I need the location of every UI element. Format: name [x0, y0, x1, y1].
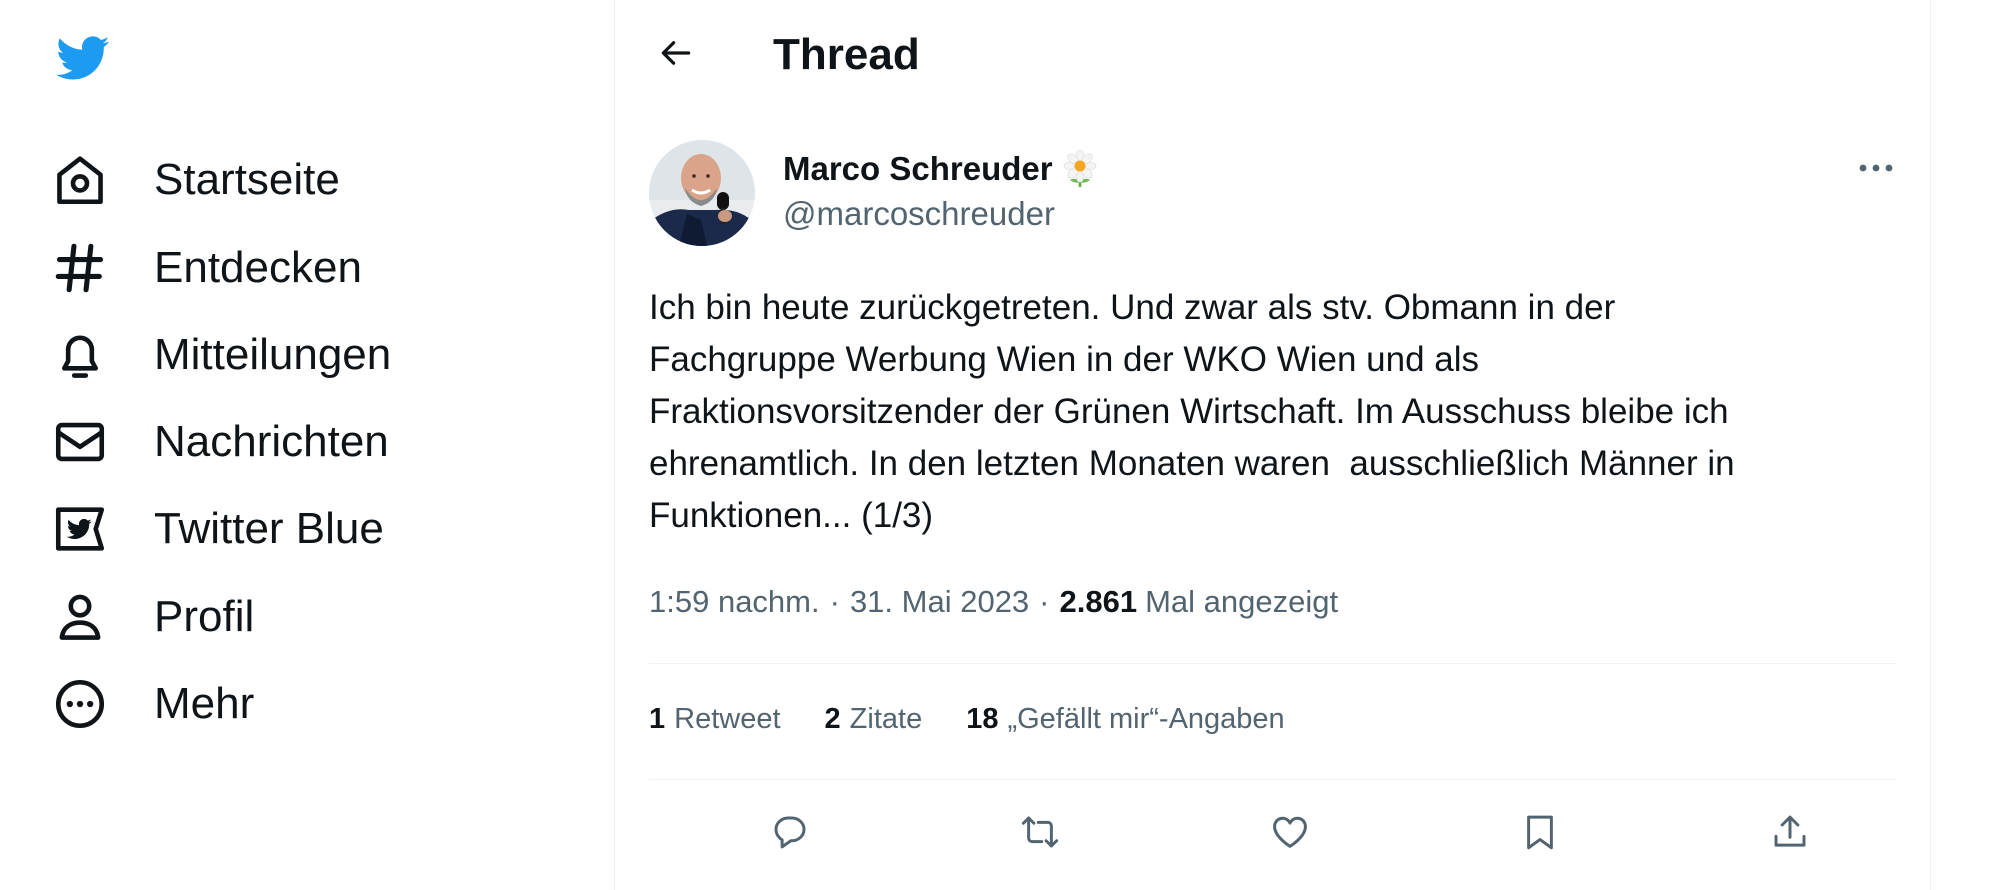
likes-count: 18	[966, 703, 999, 735]
retweets-count: 1	[649, 703, 666, 735]
reply-icon	[774, 816, 806, 849]
sidebar-item-label: Profil	[154, 592, 255, 641]
more-horizontal-icon	[1859, 164, 1893, 172]
tweet-stats: 1 Retweet 2 Zitate 18 „Gefällt mir“-Anga…	[649, 703, 1329, 736]
thread-header: Thread	[615, 0, 1930, 110]
tweet-text: Ich bin heute zurückgetreten. Und zwar a…	[649, 288, 1735, 535]
author-name[interactable]: Marco Schreuder	[783, 149, 1097, 188]
twitter-blue-icon	[50, 499, 110, 559]
sidebar-item-nachrichten[interactable]: Nachrichten	[50, 402, 389, 482]
tweet-date[interactable]: 31. Mai 2023	[850, 584, 1029, 620]
hashtag-icon	[50, 238, 110, 298]
retweet-button[interactable]	[1005, 797, 1075, 867]
like-button[interactable]	[1255, 797, 1325, 867]
likes-label: „Gefällt mir“-Angaben	[1007, 703, 1285, 735]
page-title: Thread	[773, 30, 920, 79]
meta-separator: ·	[829, 584, 840, 619]
quotes-label: Zitate	[849, 703, 923, 735]
share-icon	[1774, 815, 1806, 847]
likes-stat[interactable]: 18 „Gefällt mir“-Angaben	[966, 703, 1284, 736]
sidebar-item-label: Startseite	[154, 155, 340, 204]
sidebar-item-mitteilungen[interactable]: Mitteilungen	[50, 315, 391, 395]
reply-button[interactable]	[755, 797, 825, 867]
sidebar-item-label: Twitter Blue	[154, 504, 384, 553]
quotes-stat[interactable]: 2 Zitate	[825, 703, 923, 736]
sidebar-item-entdecken[interactable]: Entdecken	[50, 228, 362, 308]
views-label: Mal angezeigt	[1145, 584, 1339, 619]
bookmark-button[interactable]	[1505, 797, 1575, 867]
column-divider	[1930, 0, 1931, 890]
more-options-button[interactable]	[1851, 148, 1901, 188]
sidebar-item-label: Nachrichten	[154, 417, 389, 466]
flower-icon	[1063, 149, 1097, 188]
more-circle-icon	[50, 674, 110, 734]
author-name-text: Marco Schreuder	[783, 150, 1053, 187]
arrow-left-icon	[661, 41, 691, 65]
twitter-logo-icon[interactable]	[50, 30, 114, 86]
avatar[interactable]	[649, 140, 755, 246]
sidebar-item-label: Mitteilungen	[154, 330, 392, 379]
tweet-time[interactable]: 1:59 nachm.	[649, 584, 820, 620]
back-button[interactable]	[651, 28, 701, 78]
main-column: Thread Marco Schreuder @marcoschreuder I…	[615, 0, 1930, 890]
tweet-meta: 1:59 nachm. · 31. Mai 2023 · 2.861 Mal a…	[649, 584, 1338, 620]
sidebar-item-label: Mehr	[154, 679, 255, 728]
sidebar-item-twitter-blue[interactable]: Twitter Blue	[50, 489, 384, 569]
sidebar-item-label: Entdecken	[154, 243, 362, 292]
bookmark-icon	[1527, 815, 1553, 850]
sidebar-item-mehr[interactable]: Mehr	[50, 664, 254, 744]
share-button[interactable]	[1755, 797, 1825, 867]
bell-icon	[50, 325, 110, 385]
tweet-actions	[615, 797, 1930, 867]
divider	[649, 779, 1897, 780]
retweets-stat[interactable]: 1 Retweet	[649, 703, 781, 736]
heart-icon	[1273, 816, 1307, 848]
envelope-icon	[50, 412, 110, 472]
author-handle[interactable]: @marcoschreuder	[783, 195, 1055, 233]
divider	[649, 663, 1897, 664]
meta-separator: ·	[1039, 584, 1050, 619]
sidebar-item-startseite[interactable]: Startseite	[50, 140, 340, 220]
retweet-icon	[1021, 816, 1059, 848]
views-count: 2.861	[1059, 584, 1138, 619]
sidebar: Startseite Entdecken Mitteilungen Nachri…	[0, 0, 615, 890]
person-icon	[50, 587, 110, 647]
home-icon	[50, 150, 110, 210]
sidebar-item-profil[interactable]: Profil	[50, 577, 254, 657]
retweets-label: Retweet	[674, 703, 781, 735]
quotes-count: 2	[824, 703, 841, 735]
